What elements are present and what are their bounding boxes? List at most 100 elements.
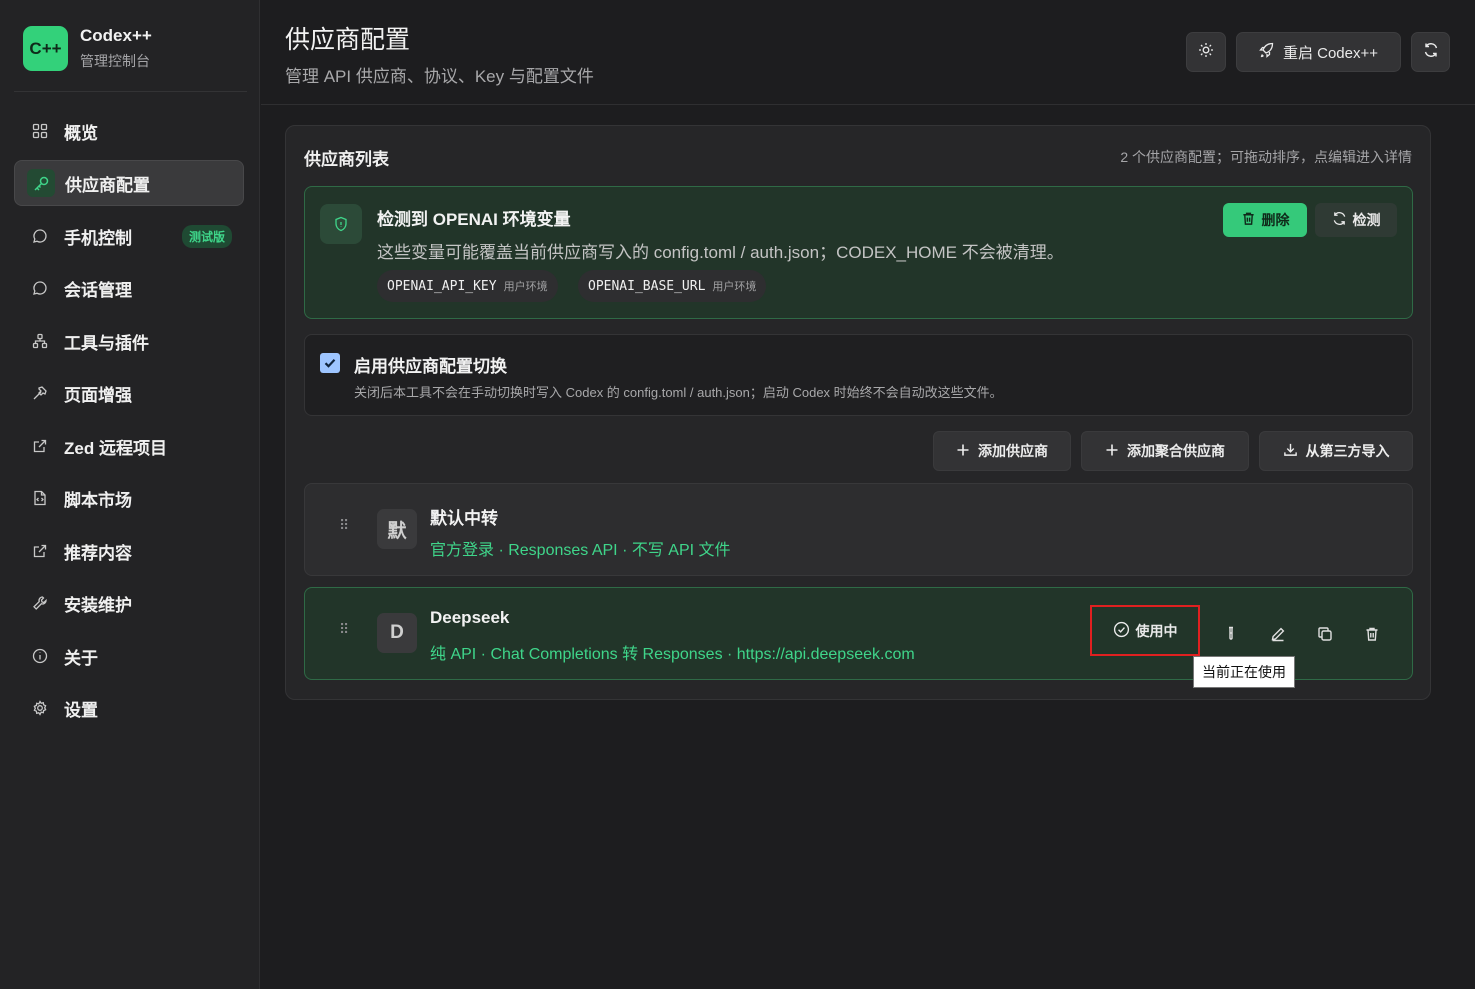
refresh-icon: [1423, 42, 1439, 62]
page-header: 供应商配置 管理 API 供应商、协议、Key 与配置文件 重启 Codex++: [261, 0, 1475, 105]
trash-icon[interactable]: [1361, 623, 1383, 645]
provider-switch-toggle-card: 启用供应商配置切换 关闭后本工具不会在手动切换时写入 Codex 的 confi…: [304, 334, 1413, 416]
panel-title: 供应商列表: [304, 150, 389, 169]
app-name: Codex++: [80, 26, 152, 45]
provider-switch-description: 关闭后本工具不会在手动切换时写入 Codex 的 config.toml / a…: [354, 385, 1003, 400]
in-use-button[interactable]: 使用中: [1090, 605, 1200, 656]
sidebar-item-zed-remote[interactable]: Zed 远程项目: [14, 423, 244, 469]
plus-icon: [956, 443, 970, 460]
sidebar-item-maintenance[interactable]: 安装维护: [14, 580, 244, 626]
sidebar-item-label: 供应商配置: [65, 175, 150, 195]
sidebar-item-label: 关于: [64, 648, 98, 668]
sidebar-item-label: Zed 远程项目: [64, 438, 167, 458]
sidebar-item-label: 推荐内容: [64, 543, 132, 563]
theme-toggle-button[interactable]: [1186, 32, 1226, 72]
hammer-icon: [26, 379, 54, 407]
refresh-icon: [1332, 211, 1347, 229]
provider-name: 默认中转: [430, 509, 498, 528]
trash-icon: [1241, 211, 1256, 229]
add-provider-label: 添加供应商: [978, 443, 1048, 459]
drag-handle-icon[interactable]: ⠿: [339, 518, 349, 532]
sidebar-item-label: 工具与插件: [64, 333, 149, 353]
chat-bubble-icon: [26, 274, 54, 302]
sidebar-item-phone-control[interactable]: 手机控制 测试版: [14, 213, 244, 259]
grid-icon: [26, 117, 54, 145]
page-subtitle: 管理 API 供应商、协议、Key 与配置文件: [285, 67, 594, 86]
provider-avatar: 默: [377, 509, 417, 549]
sun-icon: [1198, 42, 1214, 62]
sidebar-item-settings[interactable]: 设置: [14, 685, 244, 731]
in-use-label: 使用中: [1135, 622, 1178, 639]
brand: C++ Codex++ 管理控制台: [23, 25, 243, 75]
sidebar-item-about[interactable]: 关于: [14, 633, 244, 679]
env-tag-scope: 用户环境: [503, 281, 548, 293]
sidebar: C++ Codex++ 管理控制台 概览 供应商配置 手机控制 测试版 会话管理…: [0, 0, 260, 989]
provider-avatar: D: [377, 613, 417, 653]
sidebar-item-page-enhance[interactable]: 页面增强: [14, 370, 244, 416]
add-aggregate-label: 添加聚合供应商: [1127, 443, 1225, 459]
env-alert-title: 检测到 OPENAI 环境变量: [377, 210, 571, 229]
beta-badge: 测试版: [181, 224, 232, 248]
file-code-icon: [26, 484, 54, 512]
sidebar-item-label: 概览: [64, 123, 98, 143]
provider-switch-title: 启用供应商配置切换: [354, 357, 507, 376]
sidebar-item-label: 页面增强: [64, 385, 132, 405]
panel-hint: 2 个供应商配置；可拖动排序，点编辑进入详情: [1120, 149, 1412, 165]
sidebar-item-providers[interactable]: 供应商配置: [14, 160, 244, 206]
sidebar-divider: [14, 91, 247, 92]
network-icon: [26, 327, 54, 355]
env-tag-key: OPENAI_API_KEY: [387, 278, 497, 294]
sidebar-item-label: 脚本市场: [64, 490, 132, 510]
external-link-icon: [26, 432, 54, 460]
key-icon: [27, 169, 55, 197]
add-provider-button[interactable]: 添加供应商: [933, 431, 1071, 471]
wrench-icon: [26, 589, 54, 617]
provider-switch-checkbox[interactable]: [320, 353, 340, 373]
env-tag-key: OPENAI_BASE_URL: [588, 278, 706, 294]
tooltip: 当前正在使用: [1193, 656, 1295, 688]
sidebar-item-sessions[interactable]: 会话管理: [14, 265, 244, 311]
check-circle-icon: [1113, 621, 1130, 641]
app-logo: C++: [23, 26, 68, 71]
refresh-button[interactable]: [1411, 32, 1450, 72]
provider-description: 纯 API · Chat Completions 转 Responses · h…: [430, 646, 915, 663]
delete-env-button[interactable]: 删除: [1223, 203, 1307, 237]
app-subtitle: 管理控制台: [80, 53, 150, 69]
provider-description: 官方登录 · Responses API · 不写 API 文件: [430, 542, 731, 559]
drag-handle-icon[interactable]: ⠿: [339, 622, 349, 636]
page-title: 供应商配置: [285, 26, 411, 54]
env-tag: OPENAI_API_KEY 用户环境: [377, 270, 558, 302]
external-link-icon: [26, 537, 54, 565]
edit-icon[interactable]: [1267, 623, 1289, 645]
gear-icon: [26, 694, 54, 722]
env-tag: OPENAI_BASE_URL 用户环境: [578, 270, 767, 302]
info-icon: [26, 642, 54, 670]
detect-env-button[interactable]: 检测: [1315, 203, 1397, 237]
chat-bubble-icon: [26, 222, 54, 250]
sidebar-item-overview[interactable]: 概览: [14, 108, 244, 154]
provider-row[interactable]: ⠿ 默 默认中转 官方登录 · Responses API · 不写 API 文…: [304, 483, 1413, 576]
sidebar-item-label: 安装维护: [64, 595, 132, 615]
shield-icon: [320, 204, 362, 244]
env-tag-scope: 用户环境: [712, 281, 757, 293]
detect-label: 检测: [1352, 212, 1381, 228]
sidebar-item-label: 会话管理: [64, 280, 132, 300]
provider-list-panel: 供应商列表 2 个供应商配置；可拖动排序，点编辑进入详情 检测到 OPENAI …: [285, 125, 1431, 700]
restart-codex-button[interactable]: 重启 Codex++: [1236, 32, 1401, 72]
test-tube-icon[interactable]: [1220, 623, 1242, 645]
plus-icon: [1105, 443, 1119, 460]
env-variable-alert: 检测到 OPENAI 环境变量 这些变量可能覆盖当前供应商写入的 config.…: [304, 186, 1413, 319]
copy-icon[interactable]: [1314, 623, 1336, 645]
env-alert-description: 这些变量可能覆盖当前供应商写入的 config.toml / auth.json…: [377, 243, 1064, 262]
restart-label: 重启 Codex++: [1282, 44, 1379, 62]
provider-name: Deepseek: [430, 608, 510, 627]
sidebar-item-script-market[interactable]: 脚本市场: [14, 475, 244, 521]
sidebar-item-recommended[interactable]: 推荐内容: [14, 528, 244, 574]
sidebar-item-label: 设置: [64, 700, 98, 720]
import-third-party-button[interactable]: 从第三方导入: [1259, 431, 1413, 471]
rocket-icon: [1259, 42, 1275, 62]
sidebar-item-tools[interactable]: 工具与插件: [14, 318, 244, 364]
import-label: 从第三方导入: [1305, 443, 1390, 459]
delete-label: 删除: [1261, 212, 1290, 228]
add-aggregate-provider-button[interactable]: 添加聚合供应商: [1081, 431, 1249, 471]
